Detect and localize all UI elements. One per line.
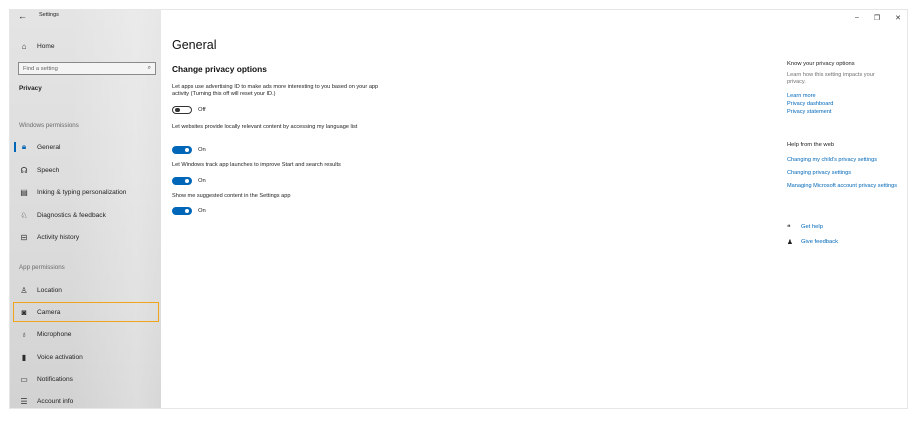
section-subheading: Change privacy options: [172, 64, 267, 74]
sidebar-item-speech[interactable]: ☊ Speech: [14, 160, 156, 180]
sidebar-item-label: Location: [37, 286, 62, 294]
page-title: General: [172, 38, 217, 52]
child-privacy-link[interactable]: Changing my child's privacy settings: [787, 157, 899, 164]
setting-language-list-desc: Let websites provide locally relevant co…: [172, 124, 358, 130]
give-feedback-link[interactable]: ♟ Give feedback: [787, 238, 838, 246]
sidebar-item-camera[interactable]: ◙ Camera: [13, 302, 159, 322]
setting-suggested-content-desc: Show me suggested content in the Setting…: [172, 193, 291, 199]
home-icon: ⌂: [21, 41, 27, 51]
activity-history-icon: ⊟: [20, 232, 28, 242]
sidebar-item-general[interactable]: 🔒︎ General: [14, 137, 156, 157]
sidebar-item-label: Notifications: [37, 375, 73, 383]
know-privacy-heading: Know your privacy options: [787, 61, 855, 67]
sidebar-item-label: Activity history: [37, 233, 80, 241]
setting-track-launches: On: [172, 176, 206, 186]
advertising-id-toggle[interactable]: [172, 105, 192, 115]
inking-icon: ▤: [20, 187, 28, 197]
sidebar-item-diagnostics[interactable]: ♘ Diagnostics & feedback: [14, 205, 156, 225]
sidebar-item-label: Voice activation: [37, 353, 83, 361]
toggle-state-label: Off: [198, 107, 206, 113]
main-content: – ❐ ✕ General Change privacy options Let…: [161, 10, 907, 408]
windows-permissions-label: Windows permissions: [19, 122, 79, 129]
know-privacy-text: Learn how this setting impacts your priv…: [787, 72, 875, 86]
notifications-icon: ▭: [20, 374, 28, 384]
get-help-icon: ❝: [787, 224, 791, 231]
account-info-icon: ☰: [20, 396, 28, 406]
search-icon[interactable]: ⌕: [148, 65, 151, 72]
sidebar-item-account-info[interactable]: ☰ Account info: [14, 391, 156, 408]
sidebar-item-home[interactable]: ⌂ Home: [14, 36, 156, 56]
get-help-label: Get help: [801, 224, 823, 230]
setting-advertising-id: Off: [172, 105, 206, 115]
close-button[interactable]: ✕: [895, 14, 901, 22]
search-input[interactable]: [19, 65, 143, 72]
sidebar-item-label: General: [37, 143, 61, 151]
toggle-state-label: On: [198, 208, 206, 214]
lock-icon: 🔒︎: [21, 142, 27, 151]
sidebar-item-location[interactable]: ♙ Location: [14, 280, 156, 300]
sidebar-item-label: Camera: [37, 308, 61, 316]
minimize-button[interactable]: –: [855, 14, 859, 22]
sidebar-item-activity-history[interactable]: ⊟ Activity history: [14, 227, 156, 247]
suggested-content-toggle[interactable]: [172, 206, 192, 216]
sidebar-item-notifications[interactable]: ▭ Notifications: [14, 369, 156, 389]
setting-language-list: On: [172, 145, 206, 155]
privacy-dashboard-link[interactable]: Privacy dashboard: [787, 101, 899, 108]
search-box: ⌕: [18, 62, 156, 75]
sidebar-item-label: Speech: [37, 166, 60, 174]
setting-advertising-id-desc: Let apps use advertising ID to make ads …: [172, 84, 379, 98]
window-controls: – ❐ ✕: [855, 14, 901, 22]
app-title: Settings: [39, 12, 59, 18]
microphone-icon: ♁: [21, 329, 27, 339]
track-launches-toggle[interactable]: [172, 176, 192, 186]
sidebar-item-label: Diagnostics & feedback: [37, 211, 106, 219]
title-bar: ← Settings: [10, 10, 161, 24]
privacy-heading: Privacy: [19, 85, 42, 92]
sidebar-item-voice-activation[interactable]: ▮ Voice activation: [14, 347, 156, 367]
toggle-state-label: On: [198, 178, 206, 184]
speech-icon: ☊: [20, 165, 28, 175]
sidebar-item-label: Microphone: [37, 330, 72, 338]
settings-window: ← Settings ⌂ Home ⌕ Privacy Windows perm…: [10, 10, 907, 408]
give-feedback-icon: ♟: [787, 239, 793, 246]
sidebar-item-label: Inking & typing personalization: [37, 188, 127, 196]
sidebar-item-label: Home: [37, 42, 55, 50]
microsoft-account-privacy-link[interactable]: Managing Microsoft account privacy setti…: [787, 183, 899, 190]
restore-button[interactable]: ❐: [874, 14, 880, 22]
back-arrow-icon[interactable]: ←: [18, 11, 27, 21]
changing-privacy-link[interactable]: Changing privacy settings: [787, 170, 899, 177]
sidebar: ← Settings ⌂ Home ⌕ Privacy Windows perm…: [10, 10, 161, 408]
camera-icon: ◙: [21, 307, 27, 317]
sidebar-item-microphone[interactable]: ♁ Microphone: [14, 324, 156, 344]
get-help-link[interactable]: ❝ Get help: [787, 223, 823, 231]
privacy-statement-link[interactable]: Privacy statement: [787, 109, 899, 116]
give-feedback-label: Give feedback: [801, 239, 839, 245]
learn-more-link[interactable]: Learn more: [787, 93, 899, 100]
setting-track-launches-desc: Let Windows track app launches to improv…: [172, 162, 341, 168]
help-from-web-heading: Help from the web: [787, 142, 835, 148]
toggle-state-label: On: [198, 147, 206, 153]
diagnostics-icon: ♘: [20, 210, 28, 220]
sidebar-item-label: Account info: [37, 397, 74, 405]
location-icon: ♙: [20, 285, 28, 295]
voice-activation-icon: ▮: [21, 352, 27, 362]
language-list-toggle[interactable]: [172, 145, 192, 155]
app-permissions-label: App permissions: [19, 264, 65, 271]
sidebar-item-inking[interactable]: ▤ Inking & typing personalization: [14, 182, 156, 202]
setting-suggested-content: On: [172, 206, 206, 216]
